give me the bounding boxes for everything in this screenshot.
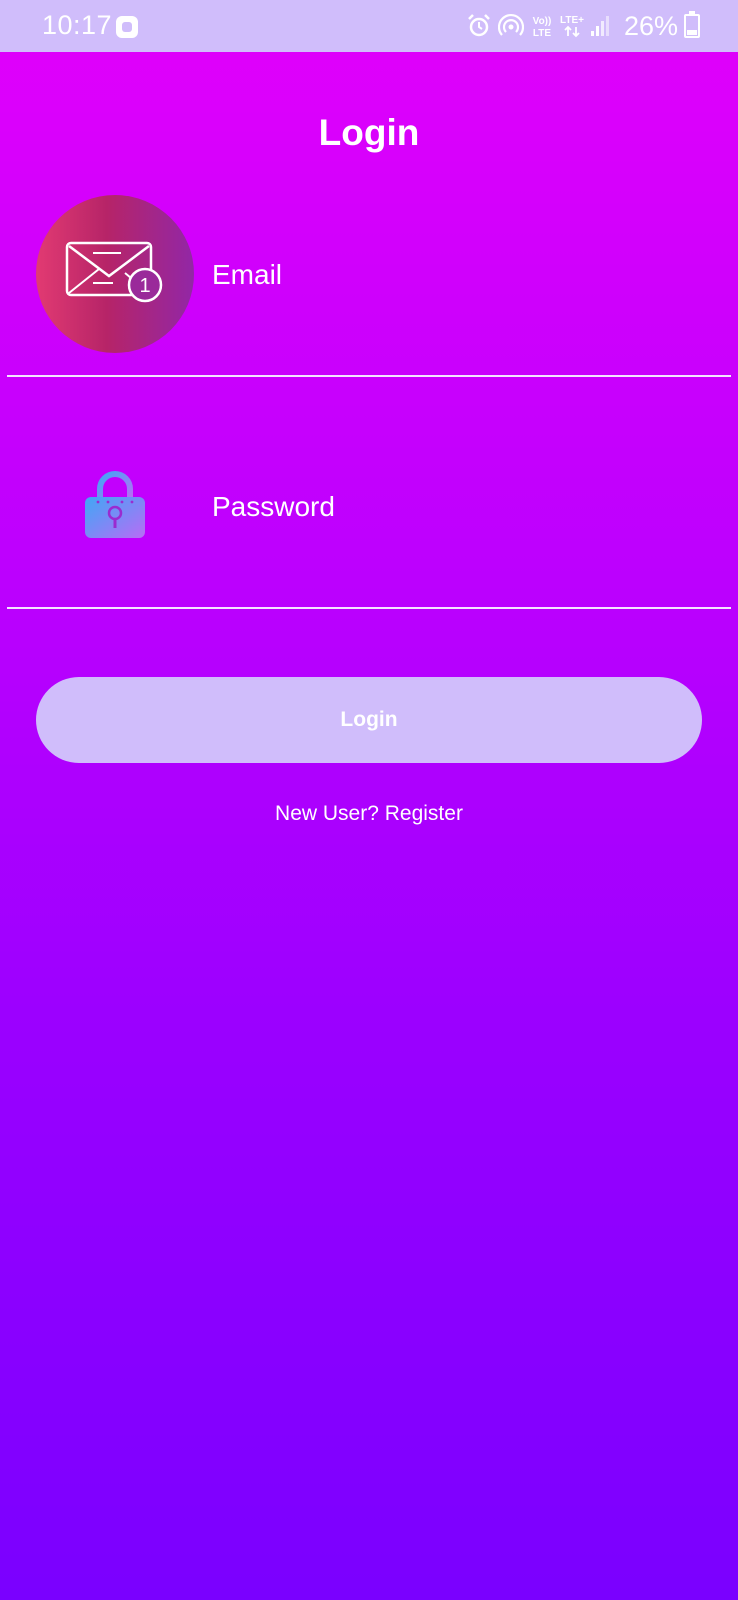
- password-divider: [7, 607, 731, 609]
- volte-bottom-text: LTE: [533, 28, 551, 39]
- battery-icon: [684, 11, 700, 38]
- status-time: 10:17: [42, 10, 113, 40]
- login-button[interactable]: Login: [36, 677, 702, 763]
- lock-icon: [84, 471, 146, 544]
- email-divider: [7, 375, 731, 377]
- email-badge-count: 1: [139, 275, 150, 297]
- battery-percent: 26%: [623, 10, 678, 41]
- lte-data-icon: LTE+: [560, 13, 584, 39]
- login-screen: 10:17 Vo)) LTE LTE+ 26% Login 1 Email Pa…: [0, 0, 738, 1600]
- volte-icon: Vo)) LTE: [530, 13, 554, 39]
- password-field[interactable]: Password: [212, 491, 335, 523]
- status-bar: 10:17 Vo)) LTE LTE+ 26%: [0, 0, 738, 52]
- app-notification-icon: [116, 16, 138, 38]
- email-field[interactable]: Email: [212, 259, 282, 291]
- mail-notification-icon: 1: [65, 241, 163, 303]
- volte-top-text: Vo)): [533, 16, 552, 27]
- hotspot-icon: [497, 13, 524, 39]
- register-link[interactable]: New User? Register: [0, 802, 738, 826]
- lte-plus-text: LTE+: [560, 15, 584, 26]
- alarm-icon: [466, 13, 492, 39]
- signal-icon: [590, 14, 612, 38]
- status-icons: Vo)) LTE LTE+ 26%: [466, 6, 700, 46]
- page-title: Login: [318, 112, 420, 153]
- email-avatar: 1: [36, 195, 194, 353]
